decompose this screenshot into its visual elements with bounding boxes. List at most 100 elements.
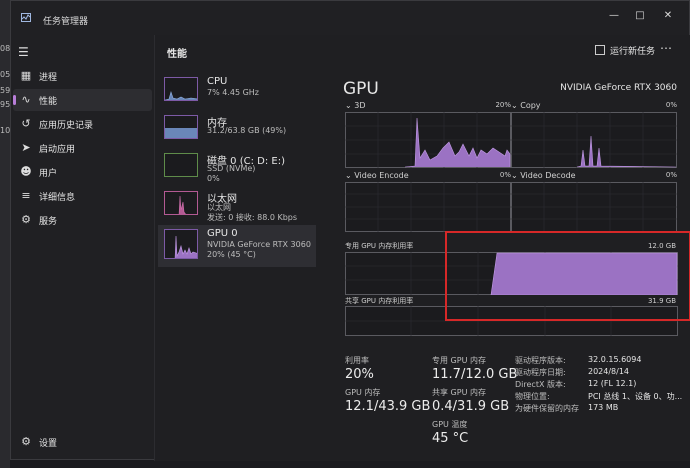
app-history-icon: ↺ [21,117,31,130]
maximize-button[interactable]: □ [625,7,655,25]
info-key: DirectX 版本: [515,380,566,389]
device-detail: 发送: 0 接收: 88.0 Kbps [207,213,298,222]
sidebar-item-startup[interactable]: ➤ 启动应用 [13,137,152,159]
stat-dedicated-memory: 专用 GPU 内存 11.7/12.0 GB [432,355,517,382]
engine-percent: 0% [665,101,677,109]
settings-icon: ⚙ [21,435,31,448]
sidebar-item-settings[interactable]: ⚙ 设置 [13,431,152,453]
device-name: CPU [207,76,228,87]
stat-utilization: 利用率 20% [345,355,374,382]
device-item-disk[interactable]: 磁盘 0 (C: D: E:) SSD (NVMe) 0% [158,149,316,187]
performance-panel: 性能 运行新任务 ⋯ CPU 7% 4.45 GHz 内存 31.2/63.8 … [154,35,690,461]
info-row: 为硬件保留的内存 173 MB [515,403,690,415]
engine-video-encode-graph [345,182,511,232]
stat-key: 利用率 [345,356,369,365]
background-window-edge: 08 05 59 95 10 [0,0,10,468]
device-detail: 31.2/63.8 GB (49%) [207,126,287,135]
stat-value: 45 °C [432,431,469,446]
close-button[interactable]: ✕ [653,7,683,25]
device-item-ethernet[interactable]: 以太网 以太网 发送: 0 接收: 88.0 Kbps [158,187,316,225]
more-options-icon[interactable]: ⋯ [660,41,672,55]
startup-icon: ➤ [21,141,31,154]
hamburger-menu-icon[interactable]: ☰ [18,45,29,59]
gpu-heading: GPU [343,79,379,99]
highlight-annotation-box [445,231,690,321]
info-row: 物理位置: PCI 总线 1、设备 0、功... [515,391,690,403]
stat-gpu-memory: GPU 内存 12.1/43.9 GB [345,387,430,414]
stat-gpu-temperature: GPU 温度 45 °C [432,419,468,446]
engine-video-decode-graph [511,182,677,232]
sidebar-item-services[interactable]: ⚙ 服务 [13,209,152,231]
device-item-memory[interactable]: 内存 31.2/63.8 GB (49%) [158,111,316,149]
sidebar-item-label: 启动应用 [39,145,76,155]
page-title: 性能 [167,49,187,60]
sidebar-item-app-history[interactable]: ↺ 应用历史记录 [13,113,152,135]
performance-icon: ∿ [21,93,31,106]
sidebar-item-label: 详细信息 [39,193,76,203]
info-row: DirectX 版本: 12 (FL 12.1) [515,379,690,391]
device-detail: SSD (NVMe) [207,164,256,173]
cpu-thumbnail [164,77,198,101]
info-key: 驱动程序版本: [515,356,566,365]
stat-key: GPU 温度 [432,420,468,429]
users-icon: ☻ [20,165,32,178]
device-detail: NVIDIA GeForce RTX 3060 [207,240,311,249]
disk-thumbnail [164,153,198,177]
gpu-model-name: NVIDIA GeForce RTX 3060 [560,83,677,93]
info-value: PCI 总线 1、设备 0、功... [588,392,683,401]
engine-percent: 0% [665,171,677,179]
stat-value: 20% [345,367,374,382]
gpu-thumbnail [164,229,198,259]
engine-name: Video Decode [520,171,576,180]
engine-name: Copy [520,101,541,110]
shared-memory-label: 共享 GPU 内存利用率 [345,297,414,305]
info-value: 173 MB [588,403,619,412]
stat-value: 0.4/31.9 GB [432,399,510,414]
stat-value: 12.1/43.9 GB [345,399,431,414]
run-new-task-button[interactable]: 运行新任务 [595,44,655,57]
run-new-task-label: 运行新任务 [610,47,656,57]
sidebar-item-performance[interactable]: ∿ 性能 [13,89,152,111]
processes-icon: ▦ [20,69,32,82]
sidebar-item-details[interactable]: ≡ 详细信息 [13,185,152,207]
sidebar-item-label: 用户 [39,169,58,179]
gpu-info-table: 驱动程序版本: 32.0.15.6094 驱动程序日期: 2024/8/14 Dir… [515,355,690,415]
info-key: 物理位置: [515,392,550,401]
engine-label: ⌄ Video Encode [345,171,409,180]
engine-3d-graph [345,112,511,168]
engine-name: Video Encode [354,171,409,180]
engine-label: ⌄ Copy [511,101,541,110]
info-value: 12 (FL 12.1) [588,379,637,388]
device-name: GPU 0 [207,228,238,239]
info-row: 驱动程序版本: 32.0.15.6094 [515,355,690,367]
engine-percent: 0% [499,171,511,179]
info-key: 驱动程序日期: [515,368,566,377]
device-item-cpu[interactable]: CPU 7% 4.45 GHz [158,73,316,111]
sidebar-item-label: 设置 [39,439,58,449]
stat-key: GPU 内存 [345,388,381,397]
ethernet-thumbnail [164,191,198,215]
device-item-gpu[interactable]: GPU 0 NVIDIA GeForce RTX 3060 20% (45 °C… [158,225,316,267]
sidebar-item-users[interactable]: ☻ 用户 [13,161,152,183]
info-value: 2024/8/14 [588,367,630,376]
stat-key: 共享 GPU 内存 [432,388,486,397]
sidebar-item-processes[interactable]: ▦ 进程 [13,65,152,87]
device-detail: 20% (45 °C) [207,250,256,259]
task-manager-icon [21,13,31,22]
stat-value: 11.7/12.0 GB [432,367,518,382]
window-title: 任务管理器 [43,17,89,27]
sidebar-item-label: 应用历史记录 [39,121,94,131]
sidebar: ☰ ▦ 进程 ∿ 性能 ↺ 应用历史记录 ➤ 启动应用 ☻ 用户 ≡ 详细信息 … [11,35,154,461]
dedicated-memory-label: 专用 GPU 内存利用率 [345,242,414,250]
device-detail: 0% [207,174,220,183]
edge-text: 59 [0,86,11,95]
engine-percent: 20% [495,101,511,109]
stat-shared-memory: 共享 GPU 内存 0.4/31.9 GB [432,387,509,414]
title-bar[interactable]: 任务管理器 — □ ✕ [11,1,690,35]
services-icon: ⚙ [21,213,31,226]
info-row: 驱动程序日期: 2024/8/14 [515,367,690,379]
sidebar-item-label: 服务 [39,217,58,227]
edge-text: 10 [0,126,11,135]
engine-label: ⌄ Video Decode [511,171,576,180]
edge-text: 08 [0,44,11,53]
